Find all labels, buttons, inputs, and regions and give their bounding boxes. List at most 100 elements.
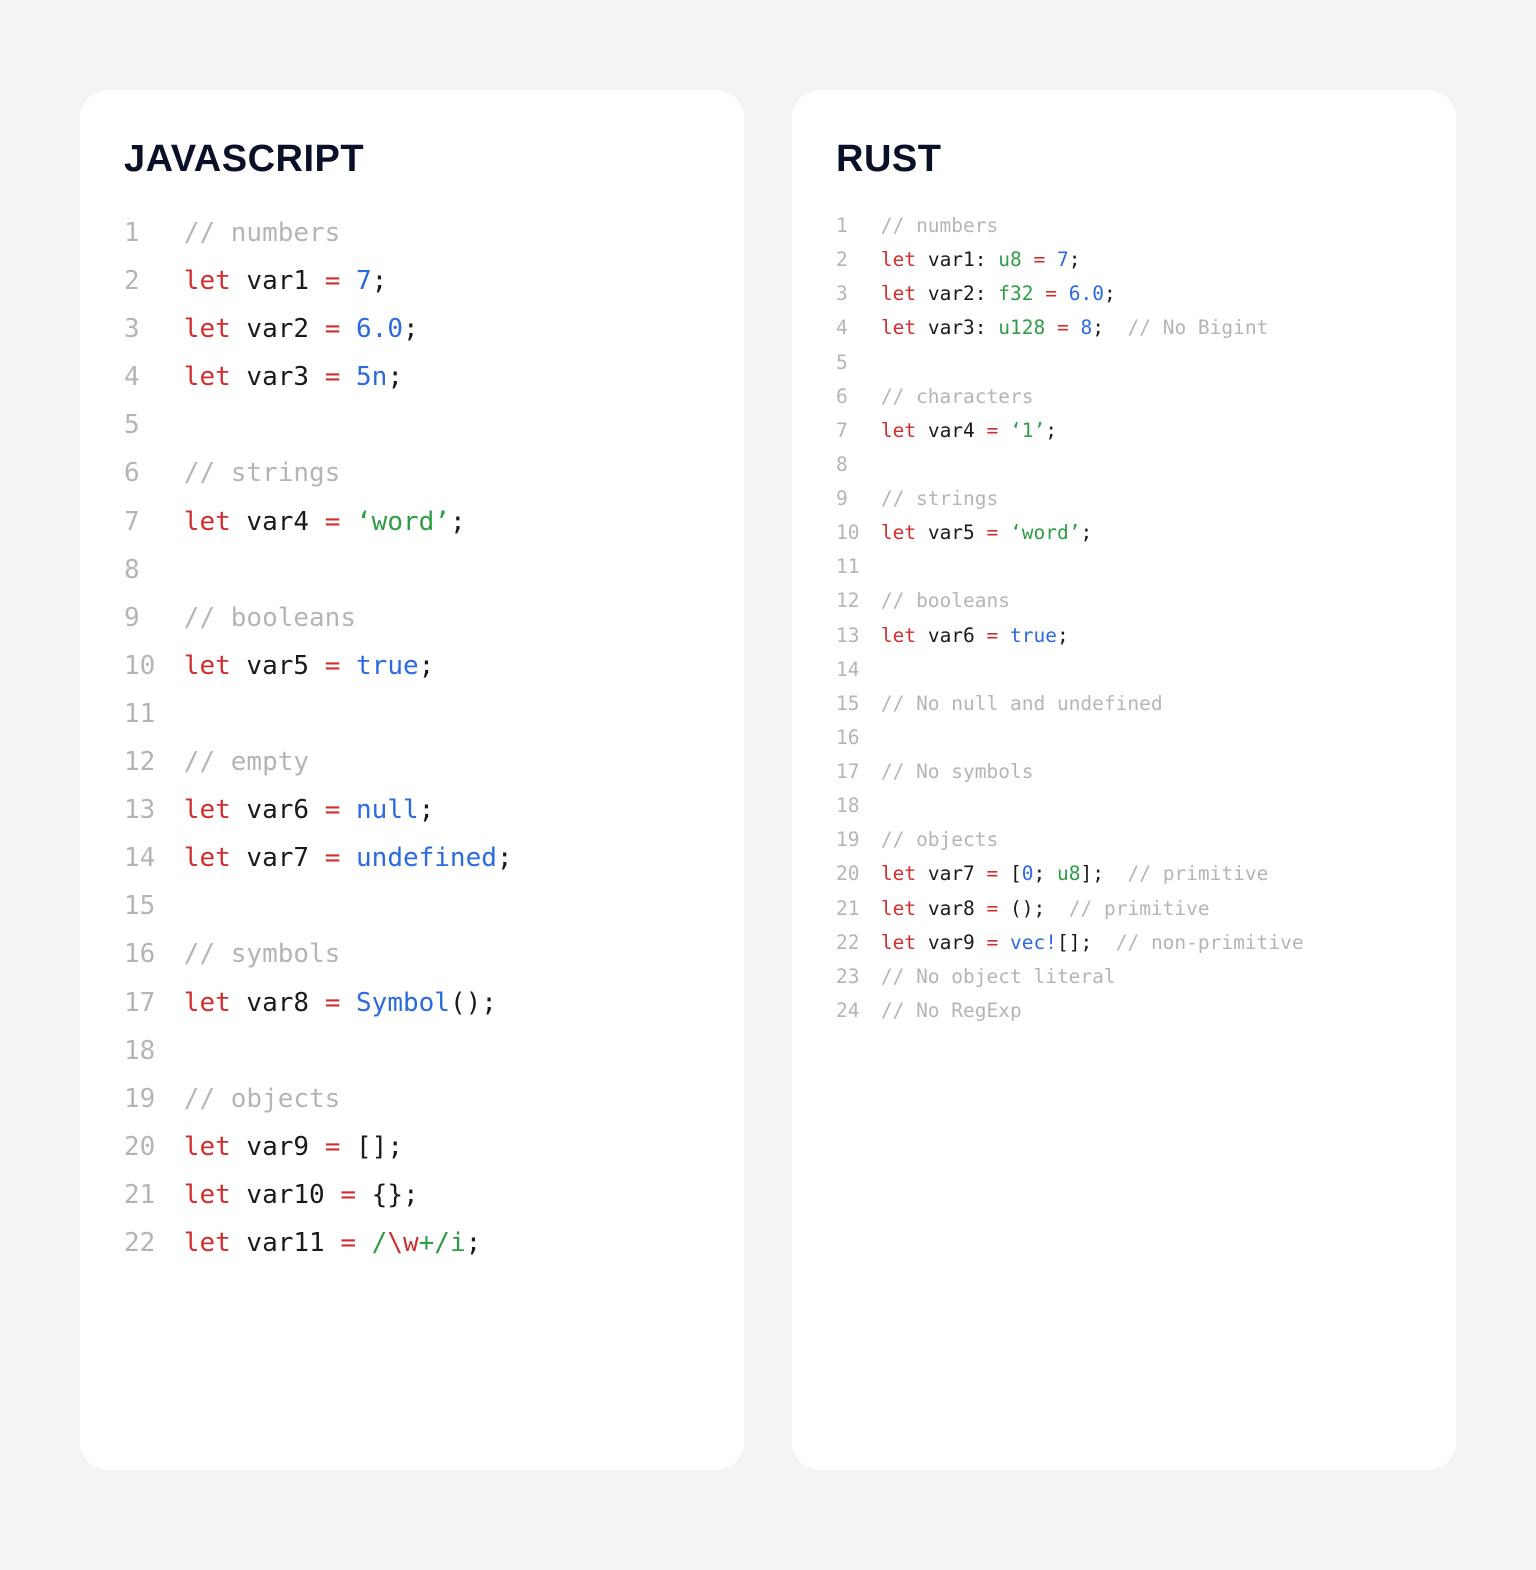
line-number: 12 (836, 584, 881, 618)
line-number: 12 (124, 738, 184, 786)
line-content: let var5 = ‘word’; (881, 516, 1092, 550)
code-line: 2let var1: u8 = 7; (836, 243, 1412, 277)
line-content: let var1 = 7; (184, 257, 388, 305)
line-content: let var11 = /\w+/i; (184, 1219, 481, 1267)
line-number: 2 (124, 257, 184, 305)
code-line: 19// objects (836, 823, 1412, 857)
code-line: 8 (836, 448, 1412, 482)
javascript-panel: JAVASCRIPT 1// numbers2let var1 = 7;3let… (80, 90, 744, 1470)
line-content: // No RegExp (881, 994, 1022, 1028)
code-line: 10let var5 = ‘word’; (836, 516, 1412, 550)
line-number: 17 (836, 755, 881, 789)
line-number: 2 (836, 243, 881, 277)
line-number: 4 (836, 311, 881, 345)
rust-title: RUST (836, 138, 1412, 181)
line-number: 10 (124, 642, 184, 690)
line-content: let var7 = undefined; (184, 834, 513, 882)
line-number: 19 (124, 1075, 184, 1123)
code-line: 24// No RegExp (836, 994, 1412, 1028)
line-number: 13 (124, 786, 184, 834)
line-number: 6 (836, 380, 881, 414)
line-number: 23 (836, 960, 881, 994)
line-number: 24 (836, 994, 881, 1028)
code-line: 3let var2: f32 = 6.0; (836, 277, 1412, 311)
line-content: // objects (881, 823, 998, 857)
code-line: 15 (124, 882, 700, 930)
line-number: 10 (836, 516, 881, 550)
line-number: 16 (124, 930, 184, 978)
line-number: 20 (836, 857, 881, 891)
line-number: 1 (836, 209, 881, 243)
code-line: 14let var7 = undefined; (124, 834, 700, 882)
line-content: // No symbols (881, 755, 1034, 789)
line-number: 9 (124, 594, 184, 642)
line-number: 18 (124, 1027, 184, 1075)
code-line: 11 (124, 690, 700, 738)
line-number: 8 (124, 546, 184, 594)
line-number: 3 (124, 305, 184, 353)
line-number: 15 (836, 687, 881, 721)
line-number: 13 (836, 619, 881, 653)
line-content: let var9 = vec![]; // non-primitive (881, 926, 1304, 960)
line-number: 22 (124, 1219, 184, 1267)
rust-code-block: 1// numbers2let var1: u8 = 7;3let var2: … (836, 209, 1412, 1028)
code-line: 4let var3: u128 = 8; // No Bigint (836, 311, 1412, 345)
line-content: let var5 = true; (184, 642, 435, 690)
line-content: let var6 = true; (881, 619, 1069, 653)
line-number: 4 (124, 353, 184, 401)
line-content: let var6 = null; (184, 786, 435, 834)
line-content: // booleans (881, 584, 1010, 618)
code-line: 17let var8 = Symbol(); (124, 979, 700, 1027)
line-number: 5 (124, 401, 184, 449)
line-number: 21 (124, 1171, 184, 1219)
line-number: 14 (124, 834, 184, 882)
line-number: 8 (836, 448, 881, 482)
line-content: let var4 = ‘1’; (881, 414, 1057, 448)
code-line: 23// No object literal (836, 960, 1412, 994)
code-line: 16 (836, 721, 1412, 755)
line-number: 7 (836, 414, 881, 448)
code-line: 14 (836, 653, 1412, 687)
line-number: 19 (836, 823, 881, 857)
line-number: 1 (124, 209, 184, 257)
code-line: 6// strings (124, 449, 700, 497)
code-line: 21let var8 = (); // primitive (836, 892, 1412, 926)
code-line: 13let var6 = null; (124, 786, 700, 834)
code-line: 9// booleans (124, 594, 700, 642)
code-line: 19// objects (124, 1075, 700, 1123)
line-content: // characters (881, 380, 1034, 414)
code-line: 20let var9 = []; (124, 1123, 700, 1171)
code-line: 6// characters (836, 380, 1412, 414)
code-line: 1// numbers (124, 209, 700, 257)
code-line: 21let var10 = {}; (124, 1171, 700, 1219)
code-line: 1// numbers (836, 209, 1412, 243)
line-number: 18 (836, 789, 881, 823)
code-line: 22let var11 = /\w+/i; (124, 1219, 700, 1267)
line-content: let var2 = 6.0; (184, 305, 419, 353)
code-line: 11 (836, 550, 1412, 584)
line-number: 3 (836, 277, 881, 311)
line-content: // symbols (184, 930, 341, 978)
code-line: 7let var4 = ‘word’; (124, 498, 700, 546)
line-content: // empty (184, 738, 309, 786)
line-content: // strings (184, 449, 341, 497)
line-content: let var10 = {}; (184, 1171, 419, 1219)
line-number: 15 (124, 882, 184, 930)
line-number: 17 (124, 979, 184, 1027)
line-content: let var3 = 5n; (184, 353, 403, 401)
code-line: 7let var4 = ‘1’; (836, 414, 1412, 448)
code-line: 15// No null and undefined (836, 687, 1412, 721)
line-content: // strings (881, 482, 998, 516)
code-line: 12// booleans (836, 584, 1412, 618)
line-content: let var8 = (); // primitive (881, 892, 1210, 926)
line-content: // No object literal (881, 960, 1116, 994)
code-line: 4let var3 = 5n; (124, 353, 700, 401)
line-number: 6 (124, 449, 184, 497)
code-line: 13let var6 = true; (836, 619, 1412, 653)
code-line: 18 (836, 789, 1412, 823)
line-content: let var9 = []; (184, 1123, 403, 1171)
line-content: let var2: f32 = 6.0; (881, 277, 1116, 311)
code-line: 10let var5 = true; (124, 642, 700, 690)
line-content: let var8 = Symbol(); (184, 979, 497, 1027)
code-line: 20let var7 = [0; u8]; // primitive (836, 857, 1412, 891)
